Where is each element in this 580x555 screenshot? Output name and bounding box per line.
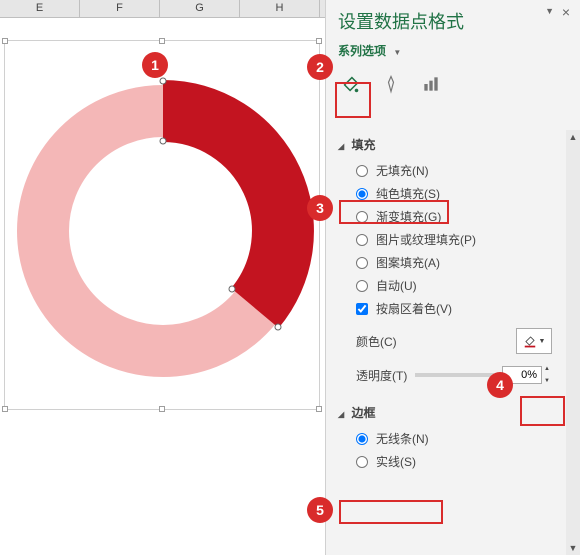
- option-label: 纯色填充(S): [376, 185, 440, 202]
- border-none-option[interactable]: 无线条(N): [338, 427, 558, 450]
- option-label: 自动(U): [376, 277, 417, 294]
- col-header[interactable]: H: [240, 0, 320, 17]
- transparency-label: 透明度(T): [356, 367, 407, 384]
- resize-handle[interactable]: [2, 406, 8, 412]
- datapoint-handle[interactable]: [160, 78, 166, 84]
- option-label: 实线(S): [376, 453, 416, 470]
- resize-handle[interactable]: [316, 38, 322, 44]
- option-label: 无填充(N): [376, 162, 429, 179]
- scrollbar[interactable]: ▲ ▼: [566, 130, 580, 555]
- scroll-down-icon[interactable]: ▼: [566, 541, 580, 555]
- fill-none-option[interactable]: 无填充(N): [338, 159, 558, 182]
- option-label: 无线条(N): [376, 430, 429, 447]
- resize-handle[interactable]: [159, 406, 165, 412]
- format-pane: × ▼ 设置数据点格式 系列选项 ▼ ◢ 填充 无填充(N) 纯色填充(S) 渐…: [325, 0, 580, 555]
- annotation-2: 2: [307, 54, 333, 80]
- fill-picture-option[interactable]: 图片或纹理填充(P): [338, 228, 558, 251]
- col-header[interactable]: F: [80, 0, 160, 17]
- annotation-1: 1: [142, 52, 168, 78]
- option-label: 图片或纹理填充(P): [376, 231, 476, 248]
- fill-pattern-option[interactable]: 图案填充(A): [338, 251, 558, 274]
- options-scroll-area: ◢ 填充 无填充(N) 纯色填充(S) 渐变填充(G) 图片或纹理填充(P) 图…: [326, 130, 566, 555]
- transparency-slider[interactable]: [415, 373, 494, 377]
- pane-menu-icon[interactable]: ▼: [545, 6, 554, 16]
- col-header[interactable]: E: [0, 0, 80, 17]
- annotation-5: 5: [307, 497, 333, 523]
- resize-handle[interactable]: [159, 38, 165, 44]
- pane-title: 设置数据点格式: [326, 0, 580, 38]
- option-label: 渐变填充(G): [376, 208, 441, 225]
- datapoint-handle[interactable]: [229, 286, 235, 292]
- collapse-caret-icon: ◢: [338, 410, 344, 419]
- format-tab-row: [326, 67, 580, 109]
- fill-gradient-option[interactable]: 渐变填充(G): [338, 205, 558, 228]
- col-header[interactable]: G: [160, 0, 240, 17]
- series-options-tab-icon[interactable]: [418, 71, 444, 97]
- chevron-down-icon: ▼: [393, 48, 401, 57]
- resize-handle[interactable]: [2, 38, 8, 44]
- resize-handle[interactable]: [316, 406, 322, 412]
- border-solid-option[interactable]: 实线(S): [338, 450, 558, 473]
- doughnut-chart[interactable]: [5, 41, 321, 411]
- option-label: 按扇区着色(V): [376, 300, 452, 317]
- color-row: 颜色(C) ▼: [338, 320, 558, 358]
- fill-section-header[interactable]: ◢ 填充: [338, 130, 558, 159]
- annotation-3: 3: [307, 195, 333, 221]
- fill-auto-option[interactable]: 自动(U): [338, 274, 558, 297]
- option-label: 图案填充(A): [376, 254, 440, 271]
- spinner[interactable]: ▲▼: [544, 366, 558, 384]
- fill-section-label: 填充: [352, 138, 376, 152]
- chevron-down-icon: ▼: [539, 338, 546, 345]
- annotation-4: 4: [487, 372, 513, 398]
- paint-bucket-icon: [523, 334, 537, 348]
- color-picker-button[interactable]: ▼: [516, 328, 552, 354]
- close-icon[interactable]: ×: [558, 4, 574, 20]
- transparency-row: 透明度(T) ▲▼: [338, 358, 558, 388]
- color-label: 颜色(C): [356, 333, 397, 350]
- vary-colors-option[interactable]: 按扇区着色(V): [338, 297, 558, 320]
- datapoint-handle[interactable]: [275, 324, 281, 330]
- border-section-label: 边框: [352, 406, 376, 420]
- scroll-up-icon[interactable]: ▲: [566, 130, 580, 144]
- series-options-label: 系列选项: [338, 44, 386, 58]
- chart-object[interactable]: [4, 40, 320, 410]
- collapse-caret-icon: ◢: [338, 142, 344, 151]
- effects-tab-icon[interactable]: [378, 71, 404, 97]
- border-section-header[interactable]: ◢ 边框: [338, 398, 558, 427]
- column-headers: E F G H: [0, 0, 325, 18]
- worksheet-area: E F G H: [0, 0, 325, 555]
- datapoint-handle[interactable]: [160, 138, 166, 144]
- series-options-dropdown[interactable]: 系列选项 ▼: [326, 38, 580, 67]
- fill-solid-option[interactable]: 纯色填充(S): [338, 182, 558, 205]
- arc-selected[interactable]: [163, 111, 283, 308]
- fill-line-tab-icon[interactable]: [338, 71, 364, 97]
